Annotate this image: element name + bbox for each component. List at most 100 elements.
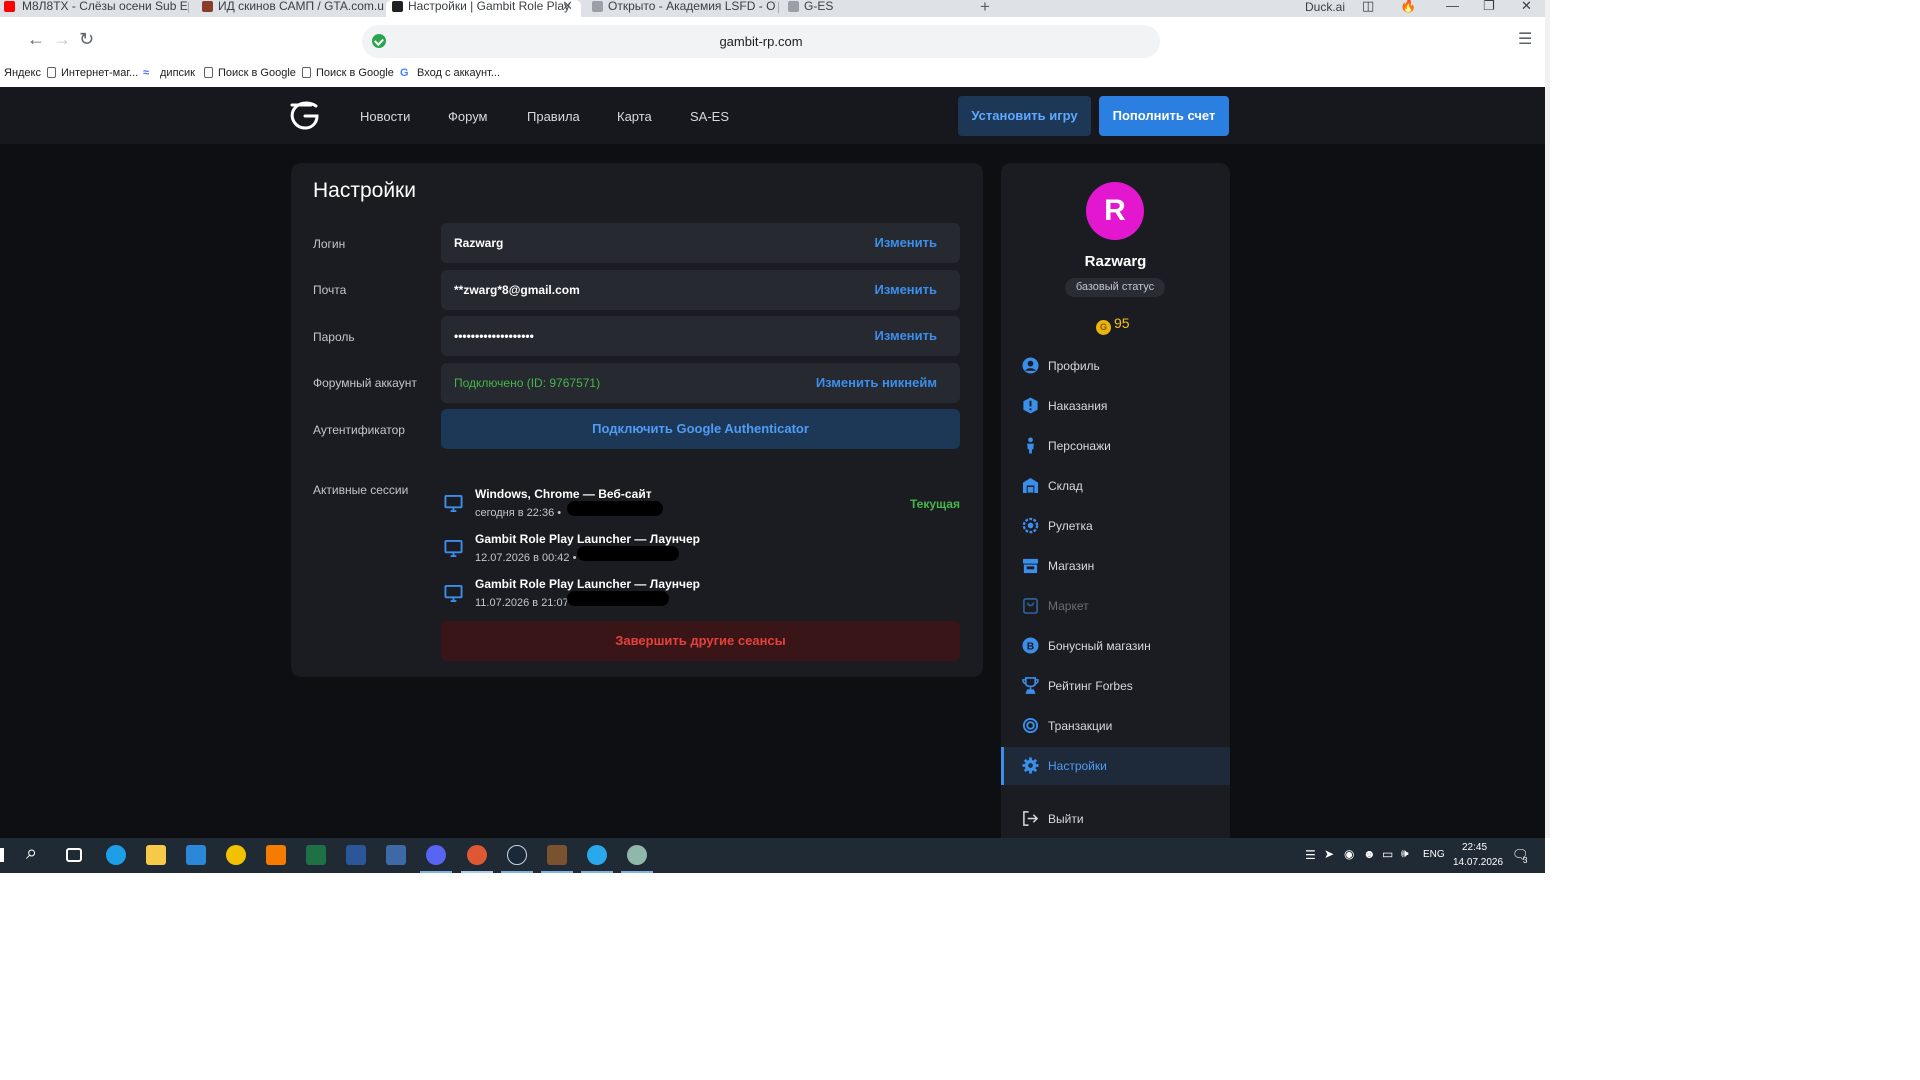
new-tab-button[interactable]: + <box>980 0 990 17</box>
telegram-icon[interactable] <box>587 845 607 865</box>
session-title: Gambit Role Play Launcher — Лаунчер <box>475 577 700 591</box>
change-password-button[interactable]: Изменить <box>874 328 937 343</box>
bookmark-yandex[interactable]: Яндекс <box>4 67 41 79</box>
nav-rules[interactable]: Правила <box>527 109 580 124</box>
tray-overflow-icon[interactable]: ☰ <box>1305 848 1316 862</box>
sidebar-item-transactions[interactable]: Транзакции <box>1001 707 1230 745</box>
sidebar-item-settings[interactable]: Настройки <box>1001 747 1230 785</box>
sidebar-item-profile[interactable]: Профиль <box>1001 347 1230 385</box>
website-viewport: Новости Форум Правила Карта SA-ES Устано… <box>0 87 1545 838</box>
clock-time[interactable]: 22:45 <box>1462 842 1487 853</box>
login-value: Razwarg <box>454 236 504 250</box>
word-icon[interactable] <box>346 845 366 865</box>
session-title: Windows, Chrome — Веб-сайт <box>475 487 652 501</box>
tab-separator <box>188 2 189 13</box>
telegram-tray-icon[interactable]: ➤ <box>1324 847 1334 861</box>
close-tab-icon[interactable]: ✕ <box>562 0 573 12</box>
page-title: Настройки <box>313 179 416 202</box>
reload-icon[interactable]: ↻ <box>79 29 94 50</box>
steam-tray-icon[interactable]: ◉ <box>1344 847 1354 861</box>
install-game-button[interactable]: Установить игру <box>958 96 1091 136</box>
sidebar-item-bonus-store[interactable]: B Бонусный магазин <box>1001 627 1230 665</box>
vlc-icon[interactable] <box>266 845 286 865</box>
discord-icon[interactable] <box>426 845 446 865</box>
minimize-button[interactable]: — <box>1446 0 1459 13</box>
nav-map[interactable]: Карта <box>617 109 652 124</box>
sidebar-item-forbes-rating[interactable]: Рейтинг Forbes <box>1001 667 1230 705</box>
hamburger-menu-icon[interactable]: ☰ <box>1518 29 1532 49</box>
volume-icon[interactable]: 🕪 <box>1401 846 1409 861</box>
nav-forum[interactable]: Форум <box>448 109 488 124</box>
app-icon[interactable] <box>226 845 246 865</box>
site-header: Новости Форум Правила Карта SA-ES Устано… <box>0 87 1545 144</box>
edge-icon[interactable] <box>106 845 126 865</box>
back-arrow-icon[interactable]: ← <box>27 29 45 50</box>
redacted-ip <box>567 591 669 606</box>
session-item: Gambit Role Play Launcher — Лаунчер 12.0… <box>441 531 960 571</box>
avatar[interactable]: R <box>1086 182 1144 240</box>
top-up-button[interactable]: Пополнить счет <box>1099 96 1229 136</box>
address-url: gambit-rp.com <box>719 34 803 49</box>
sidebar-item-warehouse[interactable]: Склад <box>1001 467 1230 505</box>
change-email-button[interactable]: Изменить <box>874 282 937 297</box>
tab-ges[interactable]: G-ES <box>782 0 962 17</box>
connect-google-authenticator-button[interactable]: Подключить Google Authenticator <box>441 409 960 449</box>
browser-tab-bar: M8Л8ТХ - Слёзы осени Sub Espa ИД скинов … <box>0 0 1545 17</box>
sidebar-item-punishments[interactable]: Наказания <box>1001 387 1230 425</box>
youtube-icon <box>4 1 15 12</box>
bookmark-google-login[interactable]: G Вход с аккаунт... <box>400 67 500 79</box>
sidebar-item-market[interactable]: Маркет <box>1001 587 1230 625</box>
trophy-icon <box>1022 677 1039 694</box>
restore-button[interactable]: ❐ <box>1483 0 1495 14</box>
notifications-count: 3 <box>1523 856 1528 865</box>
store-app-icon[interactable] <box>186 845 206 865</box>
page-icon <box>788 1 799 12</box>
address-bar[interactable]: gambit-rp.com <box>362 25 1160 58</box>
close-window-button[interactable]: ✕ <box>1521 0 1532 14</box>
search-icon[interactable]: ⌕ <box>26 842 46 864</box>
file-explorer-icon[interactable] <box>146 845 166 865</box>
bookmark-google-search-2[interactable]: Поиск в Google <box>302 67 394 79</box>
samp-icon[interactable] <box>627 845 647 865</box>
steam-icon[interactable] <box>507 845 527 865</box>
sidebar-toggle-icon[interactable]: ◫ <box>1362 0 1374 14</box>
language-indicator[interactable]: ENG <box>1423 849 1445 860</box>
sidebar-item-store[interactable]: Магазин <box>1001 547 1230 585</box>
bookmark-google-search[interactable]: Поиск в Google <box>204 67 296 79</box>
change-login-button[interactable]: Изменить <box>874 235 937 250</box>
page-scrollbar[interactable] <box>1545 0 1550 838</box>
logout-button[interactable]: Выйти <box>1001 800 1230 838</box>
bookmark-deepseek[interactable]: ≈ дипсик <box>143 67 195 79</box>
network-icon[interactable]: ▭ <box>1382 847 1393 861</box>
excel-icon[interactable] <box>306 845 326 865</box>
forward-arrow-icon[interactable]: → <box>53 29 71 50</box>
duckduckgo-icon[interactable] <box>467 845 487 865</box>
monitor-icon <box>444 584 463 603</box>
nav-news[interactable]: Новости <box>360 109 410 124</box>
bookmark-shop[interactable]: Интернет-маг... <box>47 67 138 79</box>
monitor-icon <box>444 494 463 513</box>
duck-ai-button[interactable]: Duck.ai <box>1305 0 1345 14</box>
password-value: ••••••••••••••••••• <box>454 329 534 343</box>
gambit-logo[interactable] <box>289 99 321 131</box>
discord-tray-icon[interactable]: ☻ <box>1363 847 1376 861</box>
end-other-sessions-button[interactable]: Завершить другие сеансы <box>441 621 960 661</box>
start-icon[interactable] <box>0 848 4 862</box>
transactions-icon <box>1022 717 1039 734</box>
tab-lsfd[interactable]: Открыто - Академия LSFD - ОТКР <box>586 0 776 17</box>
tab-skins[interactable]: ИД скинов САМП / GTA.com.ua <box>196 0 384 17</box>
session-title: Gambit Role Play Launcher — Лаунчер <box>475 532 700 546</box>
game-icon[interactable] <box>547 845 567 865</box>
tab-music[interactable]: M8Л8ТХ - Слёзы осени Sub Espa <box>0 0 188 17</box>
change-nickname-button[interactable]: Изменить никнейм <box>816 375 937 390</box>
store-icon <box>1022 558 1039 574</box>
save-app-icon[interactable] <box>386 845 406 865</box>
tab-settings-active[interactable]: Настройки | Gambit Role Play ✕ <box>386 0 581 17</box>
sidebar-item-roulette[interactable]: Рулетка <box>1001 507 1230 545</box>
clock-date[interactable]: 14.07.2026 <box>1453 857 1503 868</box>
nav-saes[interactable]: SA-ES <box>690 109 729 124</box>
fire-icon[interactable]: 🔥 <box>1400 0 1416 14</box>
sidebar-item-characters[interactable]: Персонажи <box>1001 427 1230 465</box>
task-view-icon[interactable] <box>66 848 82 862</box>
password-field: ••••••••••••••••••• Изменить <box>441 316 960 356</box>
